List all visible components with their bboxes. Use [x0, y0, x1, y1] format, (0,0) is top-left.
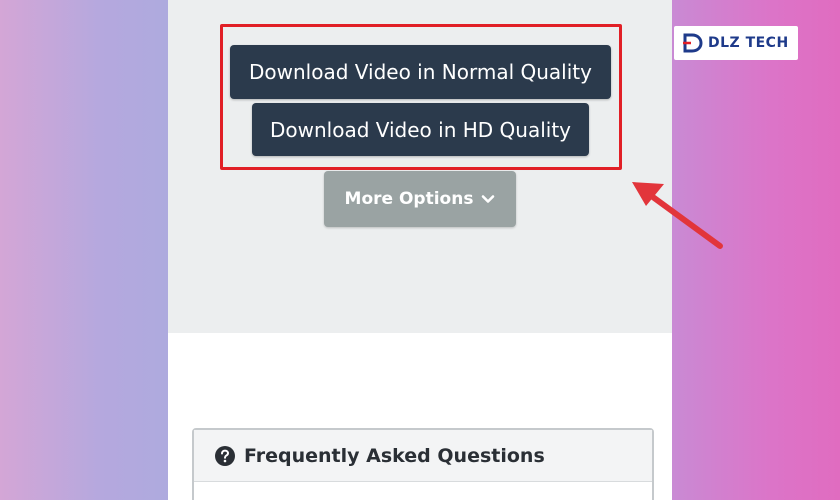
dlz-tech-logo: DLZ TECH: [674, 26, 798, 60]
more-options-label: More Options: [344, 189, 474, 209]
download-normal-quality-button[interactable]: Download Video in Normal Quality: [230, 45, 611, 99]
arrow-icon: [632, 182, 723, 249]
background-left: [0, 0, 168, 500]
page-content: Download Video in Normal Quality Downloa…: [168, 0, 672, 500]
chevron-down-icon: [482, 195, 495, 203]
logo-mark-icon: [683, 33, 703, 53]
question-circle-icon: [215, 445, 235, 466]
faq-title: Frequently Asked Questions: [244, 444, 545, 467]
download-hd-quality-button[interactable]: Download Video in HD Quality: [252, 103, 589, 156]
download-panel: Download Video in Normal Quality Downloa…: [168, 0, 672, 333]
faq-header[interactable]: Frequently Asked Questions: [194, 430, 652, 482]
more-options-button[interactable]: More Options: [324, 171, 516, 227]
faq-section: Frequently Asked Questions: [192, 428, 654, 500]
logo-text: DLZ TECH: [708, 35, 789, 51]
